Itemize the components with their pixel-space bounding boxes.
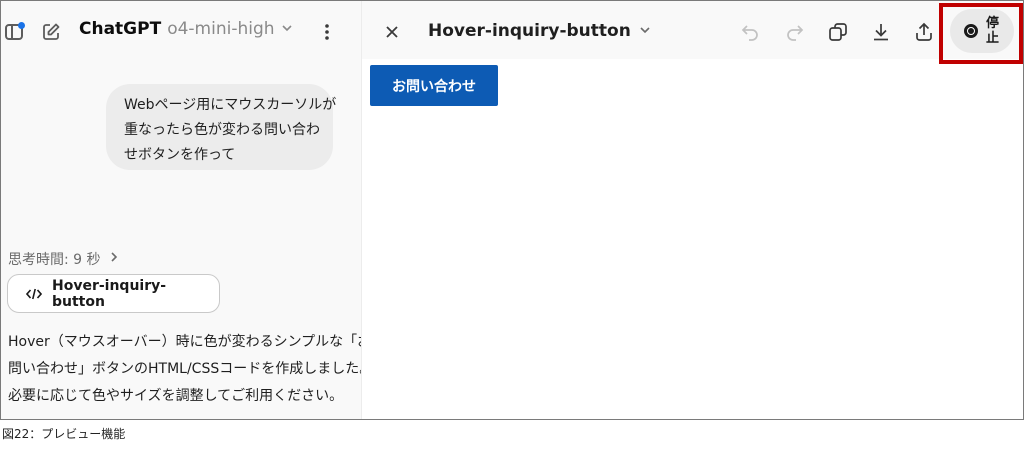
preview-header: Hover-inquiry-button 停止	[362, 1, 1023, 59]
redo-icon[interactable]	[780, 18, 808, 46]
share-icon[interactable]	[910, 18, 938, 46]
download-icon[interactable]	[867, 18, 895, 46]
figure-caption: 図22：プレビュー機能	[2, 427, 126, 441]
model-variant: o4-mini-high	[167, 19, 275, 39]
chevron-down-icon	[639, 21, 651, 41]
undo-icon[interactable]	[737, 18, 765, 46]
user-message-bubble: Webページ用にマウスカーソルが 重なったら色が変わる問い合わ せボタンを作って	[106, 84, 337, 170]
assistant-reply-line: 必要に応じて色やサイズを調整してご利用ください。	[8, 388, 344, 404]
thought-time-label: 思考時間: 9 秒	[8, 252, 101, 268]
chevron-down-icon	[281, 19, 293, 39]
stop-button[interactable]: 停止	[950, 9, 1014, 53]
chat-header: ChatGPT o4-mini-high	[1, 1, 361, 59]
sidebar-toggle-icon[interactable]	[1, 18, 29, 46]
document-title: Hover-inquiry-button	[428, 21, 631, 41]
preview-panel: Hover-inquiry-button 停止 お問い合わせ	[361, 1, 1023, 419]
model-selector[interactable]: ChatGPT o4-mini-high	[79, 19, 293, 39]
more-options-icon[interactable]	[313, 18, 341, 46]
stop-icon	[964, 24, 978, 38]
thought-time-toggle[interactable]: 思考時間: 9 秒	[8, 249, 119, 269]
app-window: ChatGPT o4-mini-high Webページ用にマウスカーソルが 重な…	[0, 0, 1024, 420]
assistant-reply: Hover（マウスオーバー）時に色が変わるシンプルな「お 問い合わせ」ボタンのH…	[8, 329, 374, 410]
artifact-chip[interactable]: Hover-inquiry-button	[7, 274, 220, 313]
model-name: ChatGPT	[79, 19, 162, 39]
copy-icon[interactable]	[824, 18, 852, 46]
user-message-line: せボタンを作って	[124, 147, 236, 163]
inquiry-button[interactable]: お問い合わせ	[370, 65, 498, 106]
document-title-dropdown[interactable]: Hover-inquiry-button	[428, 21, 651, 41]
new-chat-icon[interactable]	[37, 18, 65, 46]
artifact-chip-label: Hover-inquiry-button	[52, 277, 167, 310]
assistant-reply-line: Hover（マウスオーバー）時に色が変わるシンプルな「お	[8, 334, 372, 350]
stop-button-label: 停止	[986, 16, 1000, 46]
assistant-reply-line: 問い合わせ」ボタンのHTML/CSSコードを作成しました。	[8, 361, 374, 377]
user-message-line: Webページ用にマウスカーソルが	[124, 97, 337, 113]
user-message-line: 重なったら色が変わる問い合わ	[124, 122, 320, 138]
close-icon[interactable]	[378, 18, 406, 46]
chat-panel: ChatGPT o4-mini-high Webページ用にマウスカーソルが 重な…	[1, 1, 374, 419]
code-icon	[26, 288, 42, 300]
chevron-right-icon	[109, 251, 119, 267]
